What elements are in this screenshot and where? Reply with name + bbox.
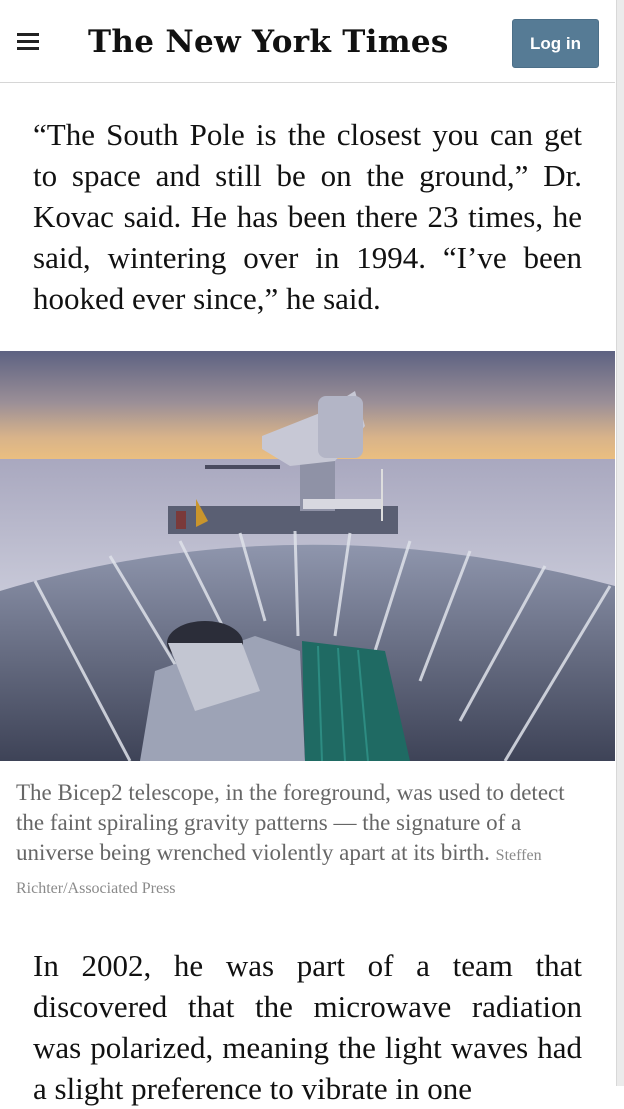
telescope-image (0, 351, 615, 761)
top-navigation-bar: The New York Times Log in (0, 0, 615, 83)
page-scrollbar-edge (616, 0, 624, 1086)
telescope-photo (0, 351, 615, 761)
article-paragraph: In 2002, he was part of a team that disc… (33, 948, 582, 1106)
caption-text: The Bicep2 telescope, in the foreground,… (16, 780, 565, 865)
hamburger-menu-icon[interactable] (17, 31, 39, 51)
login-button[interactable]: Log in (512, 19, 599, 68)
article-paragraph: “The South Pole is the closest you can g… (33, 117, 582, 316)
photo-caption: The Bicep2 telescope, in the foreground,… (16, 778, 594, 904)
nyt-masthead-logo[interactable]: The New York Times (88, 20, 448, 64)
